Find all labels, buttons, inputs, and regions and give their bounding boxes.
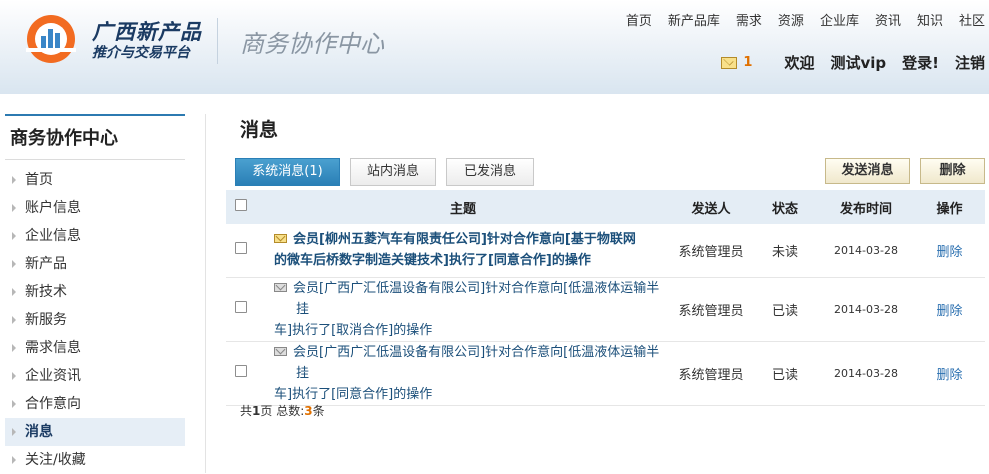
sidebar-item-cooperation[interactable]: 合作意向 xyxy=(5,390,185,418)
sidebar-item-home[interactable]: 首页 xyxy=(5,166,185,194)
sidebar-item-demand[interactable]: 需求信息 xyxy=(5,334,185,362)
nav-news[interactable]: 资讯 xyxy=(875,10,901,29)
row-delete-link[interactable]: 删除 xyxy=(936,304,962,319)
footer-suffix: 条 xyxy=(312,404,325,418)
pagination-info: 共1页 总数:3条 xyxy=(240,402,325,419)
login-link[interactable]: 登录! xyxy=(902,52,939,73)
table-row: 会员[广西广汇低温设备有限公司]针对合作意向[低温液体运输半挂 车]执行了[同意… xyxy=(226,341,985,405)
header-action: 操作 xyxy=(936,201,963,217)
logo-icon[interactable] xyxy=(26,14,76,64)
nav-resources[interactable]: 资源 xyxy=(778,10,804,29)
sidebar-title: 商务协作中心 xyxy=(5,116,185,160)
subject-line-1[interactable]: 会员[柳州五菱汽车有限责任公司]针对合作意向[基于物联网 xyxy=(293,232,636,247)
delete-button[interactable]: 删除 xyxy=(920,158,985,184)
sidebar-item-messages[interactable]: 消息 xyxy=(5,418,185,446)
sidebar-item-new-tech[interactable]: 新技术 xyxy=(5,278,185,306)
row-checkbox[interactable] xyxy=(235,301,247,313)
sender-cell: 系统管理员 xyxy=(678,244,744,260)
sidebar-item-new-service[interactable]: 新服务 xyxy=(5,306,185,334)
header-time: 发布时间 xyxy=(839,201,892,217)
sender-cell: 系统管理员 xyxy=(678,303,744,319)
tab-site-messages[interactable]: 站内消息 xyxy=(350,158,436,186)
nav-new-products[interactable]: 新产品库 xyxy=(668,10,720,29)
content-divider xyxy=(205,114,206,473)
sidebar-item-account[interactable]: 账户信息 xyxy=(5,194,185,222)
sidebar-menu: 首页 账户信息 企业信息 新产品 新技术 新服务 需求信息 企业资讯 合作意向 … xyxy=(5,166,185,474)
nav-home[interactable]: 首页 xyxy=(626,10,652,29)
brand-divider xyxy=(217,18,218,64)
row-delete-link[interactable]: 删除 xyxy=(936,245,962,260)
header-subject: 主题 xyxy=(449,201,476,217)
header-status: 状态 xyxy=(771,201,798,217)
tab-sent-messages[interactable]: 已发消息 xyxy=(446,158,534,186)
subject-line-2[interactable]: 的微车后桥数字制造关键技术]执行了[同意合作]的操作 xyxy=(260,250,670,271)
time-cell: 2014-03-28 xyxy=(834,366,898,380)
message-subject[interactable]: 会员[柳州五菱汽车有限责任公司]针对合作意向[基于物联网 的微车后桥数字制造关键… xyxy=(256,224,670,277)
welcome-text: 欢迎 xyxy=(784,54,815,72)
footer-mid: 页 总数: xyxy=(260,404,305,418)
time-cell: 2014-03-28 xyxy=(834,302,898,316)
footer-prefix: 共 xyxy=(240,404,253,418)
row-delete-link[interactable]: 删除 xyxy=(936,368,962,383)
time-cell: 2014-03-28 xyxy=(834,243,898,257)
row-checkbox[interactable] xyxy=(235,242,247,255)
row-checkbox[interactable] xyxy=(235,365,247,377)
message-count[interactable]: 1 xyxy=(743,55,752,70)
status-cell: 未读 xyxy=(771,244,798,260)
message-table: 主题 发送人 状态 发布时间 操作 会员[柳州五菱汽车有限责任公司]针对合作意向… xyxy=(226,190,985,406)
message-subject[interactable]: 会员[广西广汇低温设备有限公司]针对合作意向[低温液体运输半挂 车]执行了[同意… xyxy=(256,341,670,405)
mail-icon[interactable] xyxy=(721,56,738,69)
table-row: 会员[广西广汇低温设备有限公司]针对合作意向[低温液体运输半挂 车]执行了[取消… xyxy=(226,277,985,341)
nav-companies[interactable]: 企业库 xyxy=(820,10,859,29)
header-sender: 发送人 xyxy=(691,201,731,217)
subject-line-1[interactable]: 会员[广西广汇低温设备有限公司]针对合作意向[低温液体运输半挂 xyxy=(293,345,659,381)
nav-demand[interactable]: 需求 xyxy=(736,10,762,29)
sidebar-item-company[interactable]: 企业信息 xyxy=(5,222,185,250)
subject-line-1[interactable]: 会员[广西广汇低温设备有限公司]针对合作意向[低温液体运输半挂 xyxy=(293,281,659,317)
message-tabs: 系统消息(1) 站内消息 已发消息 xyxy=(235,158,544,186)
site-header: 广西新产品 推介与交易平台 商务协作中心 首页 新产品库 需求 资源 企业库 资… xyxy=(0,0,989,94)
sender-cell: 系统管理员 xyxy=(678,367,744,383)
status-cell: 已读 xyxy=(771,367,798,383)
select-all-checkbox[interactable] xyxy=(235,199,247,211)
send-message-button[interactable]: 发送消息 xyxy=(825,158,910,184)
section-title: 商务协作中心 xyxy=(240,30,384,58)
nav-knowledge[interactable]: 知识 xyxy=(917,10,943,29)
status-cell: 已读 xyxy=(771,303,798,319)
sidebar: 商务协作中心 首页 账户信息 企业信息 新产品 新技术 新服务 需求信息 企业资… xyxy=(5,114,185,474)
username-link[interactable]: 测试vip xyxy=(830,52,886,73)
table-header-row: 主题 发送人 状态 发布时间 操作 xyxy=(226,190,985,224)
sidebar-item-company-news[interactable]: 企业资讯 xyxy=(5,362,185,390)
page-title: 消息 xyxy=(240,119,279,141)
top-nav: 首页 新产品库 需求 资源 企业库 资讯 知识 社区 xyxy=(610,10,985,29)
tab-system-messages[interactable]: 系统消息(1) xyxy=(235,158,340,186)
table-row: 会员[柳州五菱汽车有限责任公司]针对合作意向[基于物联网 的微车后桥数字制造关键… xyxy=(226,224,985,277)
subject-line-2[interactable]: 车]执行了[取消合作]的操作 xyxy=(260,320,670,341)
sidebar-item-favorites[interactable]: 关注/收藏 xyxy=(5,446,185,474)
sidebar-item-new-product[interactable]: 新产品 xyxy=(5,250,185,278)
nav-community[interactable]: 社区 xyxy=(959,10,985,29)
message-subject[interactable]: 会员[广西广汇低温设备有限公司]针对合作意向[低温液体运输半挂 车]执行了[取消… xyxy=(256,277,670,341)
mail-closed-icon xyxy=(274,346,287,356)
total-count: 3 xyxy=(304,404,313,418)
brand-subtitle: 推介与交易平台 xyxy=(92,45,190,61)
user-bar: 1 欢迎 测试vip 登录! 注销 xyxy=(721,52,985,73)
mail-open-icon xyxy=(274,234,287,244)
logout-link[interactable]: 注销 xyxy=(955,52,985,73)
mail-closed-icon xyxy=(274,282,287,292)
